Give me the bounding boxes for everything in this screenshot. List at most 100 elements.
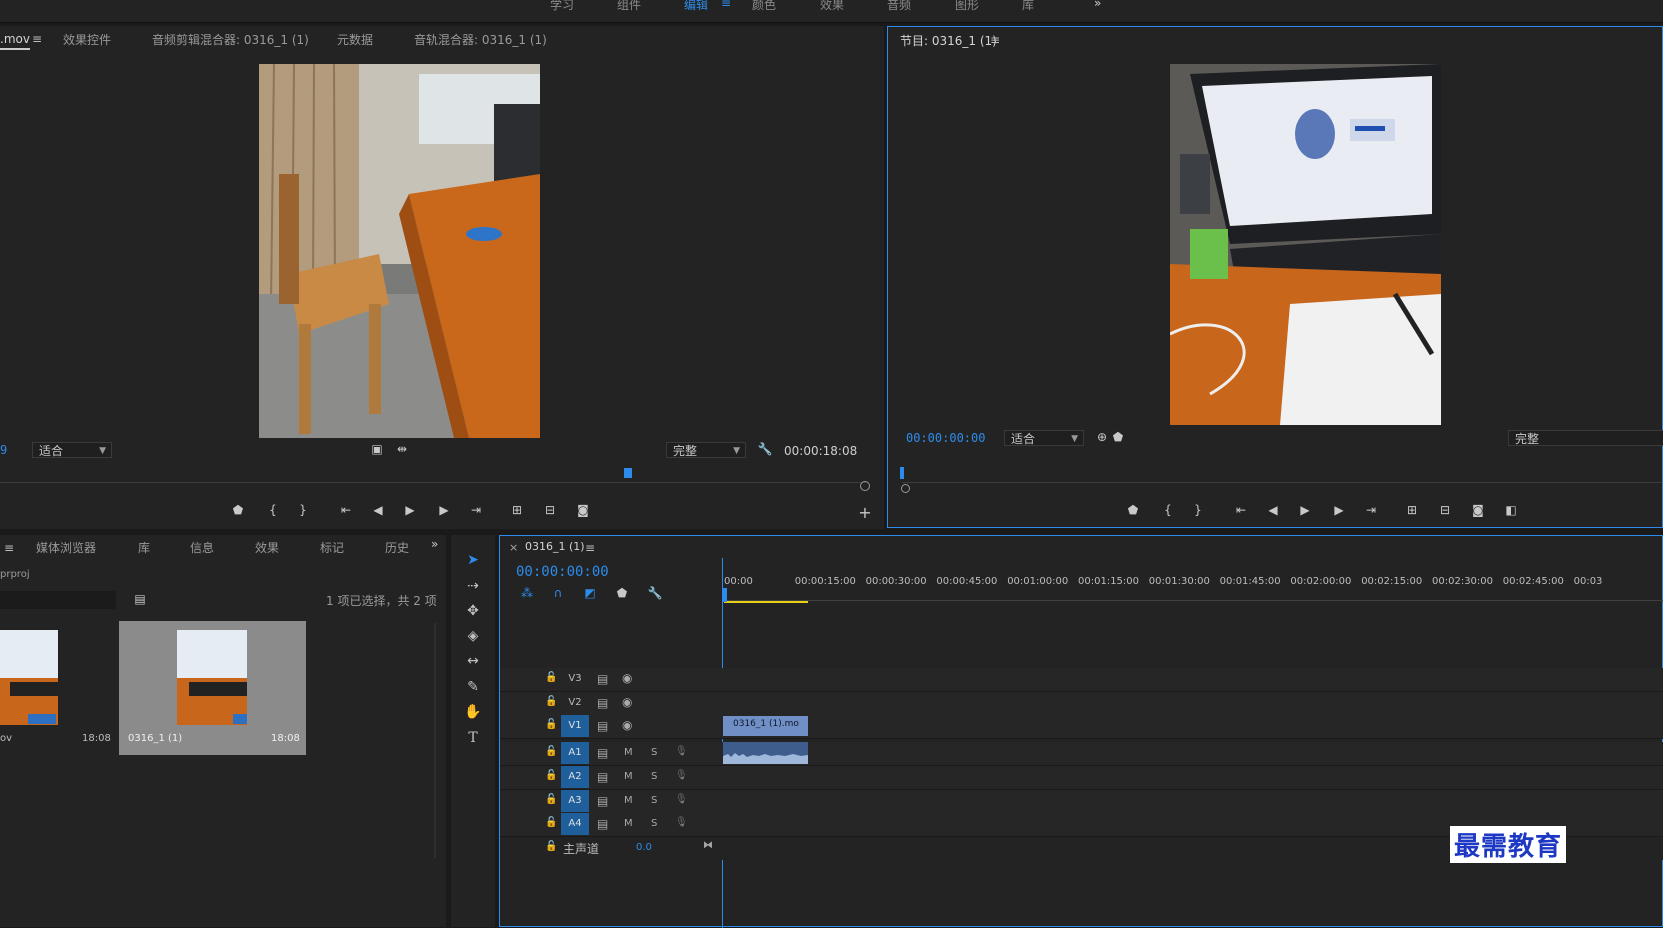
tab-media-browser[interactable]: 媒体浏览器 (36, 539, 96, 556)
tab-history[interactable]: 历史 (385, 539, 409, 556)
track-label-v2[interactable]: V2 (561, 692, 589, 714)
step-back-icon[interactable]: ◀ (368, 503, 388, 517)
workspace-effects[interactable]: 效果 (820, 0, 844, 13)
workspace-library[interactable]: 库 (1022, 0, 1034, 13)
video-clip[interactable]: 0316_1 (1).mo (723, 716, 808, 736)
project-item[interactable]: ov 18:08 (0, 621, 116, 755)
track-label-a1[interactable]: A1 (561, 742, 589, 764)
type-tool-icon[interactable]: T (462, 727, 484, 749)
track-label-a3[interactable]: A3 (561, 790, 589, 812)
project-item-selected[interactable]: 0316_1 (1) 18:08 (119, 621, 306, 755)
overwrite-icon[interactable]: ⊟ (540, 503, 560, 517)
lock-icon[interactable]: 🔓 (545, 719, 557, 730)
step-back-icon[interactable]: ◀ (1263, 503, 1283, 517)
lock-icon[interactable]: 🔓 (545, 794, 557, 805)
audio-clip[interactable] (723, 742, 808, 764)
mute-button[interactable]: M (624, 818, 633, 829)
source-fit-dropdown[interactable]: 适合 ▼ (32, 442, 112, 458)
master-volume-value[interactable]: 0.0 (636, 842, 652, 853)
play-icon[interactable]: ▶ (400, 503, 420, 517)
marker-icon[interactable]: ⬟ (1108, 430, 1128, 444)
source-time-ruler[interactable] (0, 482, 866, 483)
eye-icon[interactable]: ◉ (622, 718, 632, 732)
sync-lock-icon[interactable]: ▤ (597, 770, 608, 784)
timeline-ruler[interactable]: 00:00 00:00:15:00 00:00:30:00 00:00:45:00 00… (724, 576, 1663, 592)
linked-selection-icon[interactable]: ◩ (580, 586, 600, 600)
lock-icon[interactable]: 🔓 (545, 746, 557, 757)
wrench-icon[interactable]: 🔧 (755, 442, 775, 456)
track-label-a2[interactable]: A2 (561, 766, 589, 788)
selection-tool-icon[interactable]: ➤ (462, 549, 484, 571)
comparison-view-icon[interactable]: ◧ (1501, 503, 1521, 517)
lock-icon[interactable]: 🔓 (545, 817, 557, 828)
nest-icon[interactable]: ⁂ (517, 586, 537, 600)
tab-audio-clip-mixer[interactable]: 音频剪辑混合器: 0316_1 (1) (152, 31, 309, 48)
sync-lock-icon[interactable]: ▤ (597, 672, 608, 686)
close-icon[interactable]: × (509, 541, 518, 554)
tab-source-clip[interactable]: .mov (0, 32, 30, 50)
tab-metadata[interactable]: 元数据 (337, 31, 373, 48)
go-to-out-icon[interactable]: ⇥ (466, 503, 486, 517)
extract-icon[interactable]: ⊟ (1435, 503, 1455, 517)
workspace-learn[interactable]: 学习 (550, 0, 574, 13)
lock-icon[interactable]: 🔓 (545, 841, 557, 852)
panel-menu-icon[interactable]: ≡ (32, 32, 42, 46)
solo-button[interactable]: S (651, 747, 657, 758)
source-zoom-handle[interactable] (860, 481, 870, 491)
lock-icon[interactable]: 🔓 (545, 770, 557, 781)
search-input[interactable] (0, 591, 116, 609)
sync-lock-icon[interactable]: ▤ (597, 696, 608, 710)
master-expand-icon[interactable]: ⧓ (703, 840, 713, 851)
go-to-in-icon[interactable]: ⇤ (336, 503, 356, 517)
scrollbar[interactable] (434, 623, 436, 858)
mute-button[interactable]: M (624, 795, 633, 806)
play-icon[interactable]: ▶ (1295, 503, 1315, 517)
tab-info[interactable]: 信息 (190, 539, 214, 556)
solo-button[interactable]: S (651, 795, 657, 806)
insert-icon[interactable]: ⊞ (507, 503, 527, 517)
solo-button[interactable]: S (651, 771, 657, 782)
camera-icon[interactable]: ◙ (573, 503, 593, 517)
microphone-icon[interactable]: 🎙 (675, 817, 688, 828)
timeline-playhead[interactable] (722, 588, 727, 602)
microphone-icon[interactable]: 🎙 (675, 770, 688, 781)
pen-tool-icon[interactable]: ✎ (462, 676, 484, 698)
program-timecode[interactable]: 00:00:00:00 (906, 431, 985, 445)
tab-markers[interactable]: 标记 (320, 539, 344, 556)
camera-icon[interactable]: ◙ (1468, 503, 1488, 517)
tab-effects[interactable]: 效果 (255, 539, 279, 556)
workspace-color[interactable]: 颜色 (752, 0, 776, 13)
workspace-assembly[interactable]: 组件 (617, 0, 641, 13)
work-area-bar[interactable] (724, 601, 808, 603)
microphone-icon[interactable]: 🎙 (675, 794, 688, 805)
folder-icon[interactable]: ▤ (130, 592, 150, 606)
source-quality-dropdown[interactable]: 完整 ▼ (666, 442, 746, 458)
slip-tool-icon[interactable]: ↔ (462, 650, 484, 672)
mark-in-icon[interactable]: { (263, 503, 283, 517)
eye-icon[interactable]: ◉ (622, 695, 632, 709)
tab-sequence[interactable]: 0316_1 (1) (525, 540, 585, 553)
lift-icon[interactable]: ⊞ (1402, 503, 1422, 517)
mute-button[interactable]: M (624, 771, 633, 782)
eye-icon[interactable]: ◉ (622, 671, 632, 685)
lock-icon[interactable]: 🔓 (545, 696, 557, 707)
sync-lock-icon[interactable]: ▤ (597, 817, 608, 831)
panel-menu-icon[interactable]: ≡ (990, 33, 1000, 47)
mark-out-icon[interactable]: } (293, 503, 313, 517)
sync-lock-icon[interactable]: ▤ (597, 719, 608, 733)
program-zoom-handle[interactable] (901, 484, 910, 493)
workspace-menu-icon[interactable]: ≡ (721, 0, 731, 10)
panel-overflow-icon[interactable]: » (431, 537, 438, 551)
sync-lock-icon[interactable]: ▤ (597, 794, 608, 808)
drag-video-icon[interactable]: ⇹ (392, 442, 412, 456)
tab-program[interactable]: 节目: 0316_1 (1) (900, 32, 997, 49)
workspace-graphics[interactable]: 图形 (955, 0, 979, 13)
razor-tool-icon[interactable]: ◈ (462, 625, 484, 647)
tab-audio-track-mixer[interactable]: 音轨混合器: 0316_1 (1) (414, 31, 547, 48)
program-time-ruler[interactable] (902, 482, 1662, 483)
step-forward-icon[interactable]: ▶ (1329, 503, 1349, 517)
source-playhead[interactable] (624, 468, 632, 478)
add-button-icon[interactable]: + (855, 503, 875, 522)
step-forward-icon[interactable]: ▶ (434, 503, 454, 517)
microphone-icon[interactable]: 🎙 (675, 746, 688, 757)
